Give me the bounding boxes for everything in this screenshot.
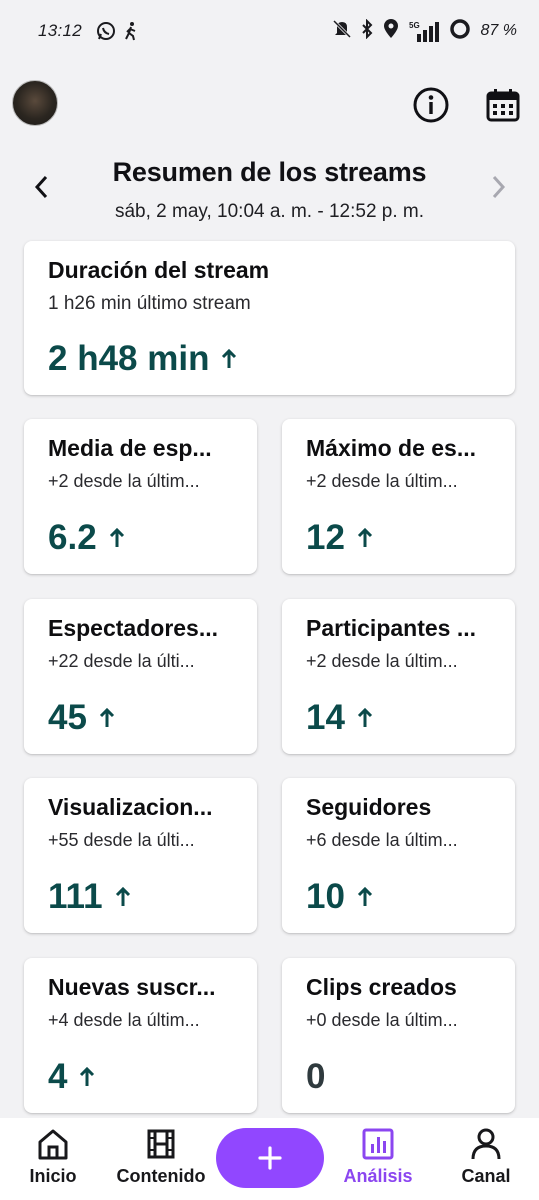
home-icon bbox=[38, 1129, 68, 1160]
stat-value: 12 bbox=[306, 518, 345, 557]
nav-label: Canal bbox=[461, 1166, 511, 1186]
stat-value-row: 4 bbox=[48, 1057, 95, 1097]
arrow-up-icon bbox=[222, 348, 237, 368]
stat-title: Media de esp... bbox=[48, 435, 212, 461]
arrow-up-icon bbox=[357, 707, 372, 727]
stat-card-unique-viewers[interactable]: Espectadores... +22 desde la últi... 45 bbox=[24, 599, 257, 754]
summary-header: Resumen de los streams sáb, 2 may, 10:04… bbox=[0, 155, 539, 227]
stat-subtitle: +2 desde la últim... bbox=[306, 471, 458, 491]
nav-item-inicio[interactable]: Inicio bbox=[3, 1126, 103, 1187]
avatar[interactable] bbox=[12, 80, 58, 126]
stat-value: 4 bbox=[48, 1057, 68, 1096]
stat-value-row: 6.2 bbox=[48, 518, 125, 558]
arrow-up-icon bbox=[357, 886, 372, 906]
arrow-up-icon bbox=[115, 886, 130, 906]
stat-value-row: 10 bbox=[306, 877, 373, 917]
stat-card-chatters[interactable]: Participantes ... +2 desde la últim... 1… bbox=[282, 599, 515, 754]
stat-subtitle: +6 desde la últim... bbox=[306, 830, 458, 850]
signal-icon: 5G bbox=[409, 20, 439, 42]
next-stream-button[interactable] bbox=[484, 173, 512, 201]
stat-card-clips-created[interactable]: Clips creados +0 desde la últim... 0 bbox=[282, 958, 515, 1113]
chevron-right-icon bbox=[492, 175, 506, 199]
stat-value-row: 12 bbox=[306, 518, 373, 558]
stat-title: Duración del stream bbox=[48, 257, 270, 283]
calendar-button[interactable] bbox=[484, 86, 522, 124]
chart-icon bbox=[362, 1128, 394, 1160]
stream-date-range: sáb, 2 may, 10:04 a. m. - 12:52 p. m. bbox=[114, 201, 425, 222]
arrow-up-icon bbox=[357, 527, 372, 547]
stat-title: Espectadores... bbox=[48, 615, 219, 641]
create-button[interactable] bbox=[216, 1128, 324, 1188]
stat-value: 14 bbox=[306, 698, 345, 737]
stat-value-row: 14 bbox=[306, 698, 373, 738]
stat-value: 45 bbox=[48, 698, 87, 737]
stat-value: 0 bbox=[306, 1057, 326, 1096]
stat-title: Seguidores bbox=[306, 794, 432, 820]
stat-title: Visualizacion... bbox=[48, 794, 213, 820]
nav-label: Análisis bbox=[343, 1166, 413, 1186]
stat-subtitle: +4 desde la últim... bbox=[48, 1010, 200, 1030]
location-icon bbox=[383, 18, 399, 44]
top-app-bar bbox=[0, 80, 539, 130]
stat-subtitle: +2 desde la últim... bbox=[306, 651, 458, 671]
stat-card-views[interactable]: Visualizacion... +55 desde la últi... 11… bbox=[24, 778, 257, 933]
bottom-navigation: Inicio Contenido Análisis Canal bbox=[0, 1118, 539, 1200]
stat-subtitle: 1 h26 min último stream bbox=[48, 293, 251, 314]
stat-card-stream-duration[interactable]: Duración del stream 1 h26 min último str… bbox=[24, 241, 515, 395]
status-bar: 13:12 5G 87 % bbox=[0, 0, 539, 62]
bluetooth-icon bbox=[361, 18, 373, 44]
status-time: 13:12 bbox=[38, 21, 83, 40]
stat-value-row: 111 bbox=[48, 877, 131, 917]
arrow-up-icon bbox=[80, 1066, 95, 1086]
whatsapp-icon bbox=[96, 21, 116, 41]
nav-item-analisis[interactable]: Análisis bbox=[328, 1126, 428, 1187]
stat-title: Clips creados bbox=[306, 974, 457, 1000]
stat-card-new-subs[interactable]: Nuevas suscr... +4 desde la últim... 4 bbox=[24, 958, 257, 1113]
stat-value-row: 45 bbox=[48, 698, 115, 738]
arrow-up-icon bbox=[99, 707, 114, 727]
stat-value-row: 0 bbox=[306, 1057, 325, 1097]
mute-icon bbox=[332, 19, 351, 44]
calendar-icon bbox=[486, 89, 520, 122]
battery-ring-icon bbox=[449, 18, 471, 45]
plus-icon bbox=[258, 1146, 282, 1170]
stat-value: 2 h48 min bbox=[48, 339, 210, 378]
stat-value: 111 bbox=[48, 877, 103, 916]
stat-title: Máximo de es... bbox=[306, 435, 477, 461]
stat-value: 6.2 bbox=[48, 518, 97, 557]
nav-label: Inicio bbox=[29, 1166, 77, 1186]
nav-item-canal[interactable]: Canal bbox=[436, 1126, 536, 1187]
nav-item-contenido[interactable]: Contenido bbox=[111, 1126, 211, 1187]
person-icon bbox=[471, 1128, 501, 1160]
walking-icon bbox=[124, 21, 138, 41]
stat-card-max-viewers[interactable]: Máximo de es... +2 desde la últim... 12 bbox=[282, 419, 515, 574]
stat-card-avg-viewers[interactable]: Media de esp... +2 desde la últim... 6.2 bbox=[24, 419, 257, 574]
stat-subtitle: +2 desde la últim... bbox=[48, 471, 200, 491]
stat-subtitle: +55 desde la últi... bbox=[48, 830, 195, 850]
stat-subtitle: +0 desde la últim... bbox=[306, 1010, 458, 1030]
battery-percentage: 87 % bbox=[480, 22, 517, 39]
stat-title: Participantes ... bbox=[306, 615, 477, 641]
nav-label: Contenido bbox=[116, 1166, 206, 1186]
film-icon bbox=[147, 1129, 175, 1159]
svg-text:5G: 5G bbox=[409, 21, 420, 30]
stat-card-followers[interactable]: Seguidores +6 desde la últim... 10 bbox=[282, 778, 515, 933]
stat-title: Nuevas suscr... bbox=[48, 974, 216, 1000]
arrow-up-icon bbox=[109, 527, 124, 547]
stat-subtitle: +22 desde la últi... bbox=[48, 651, 195, 671]
page-title: Resumen de los streams bbox=[112, 157, 427, 187]
info-button[interactable] bbox=[412, 86, 450, 124]
stat-value: 10 bbox=[306, 877, 345, 916]
info-icon bbox=[413, 87, 449, 123]
stat-value-row: 2 h48 min bbox=[48, 339, 237, 379]
